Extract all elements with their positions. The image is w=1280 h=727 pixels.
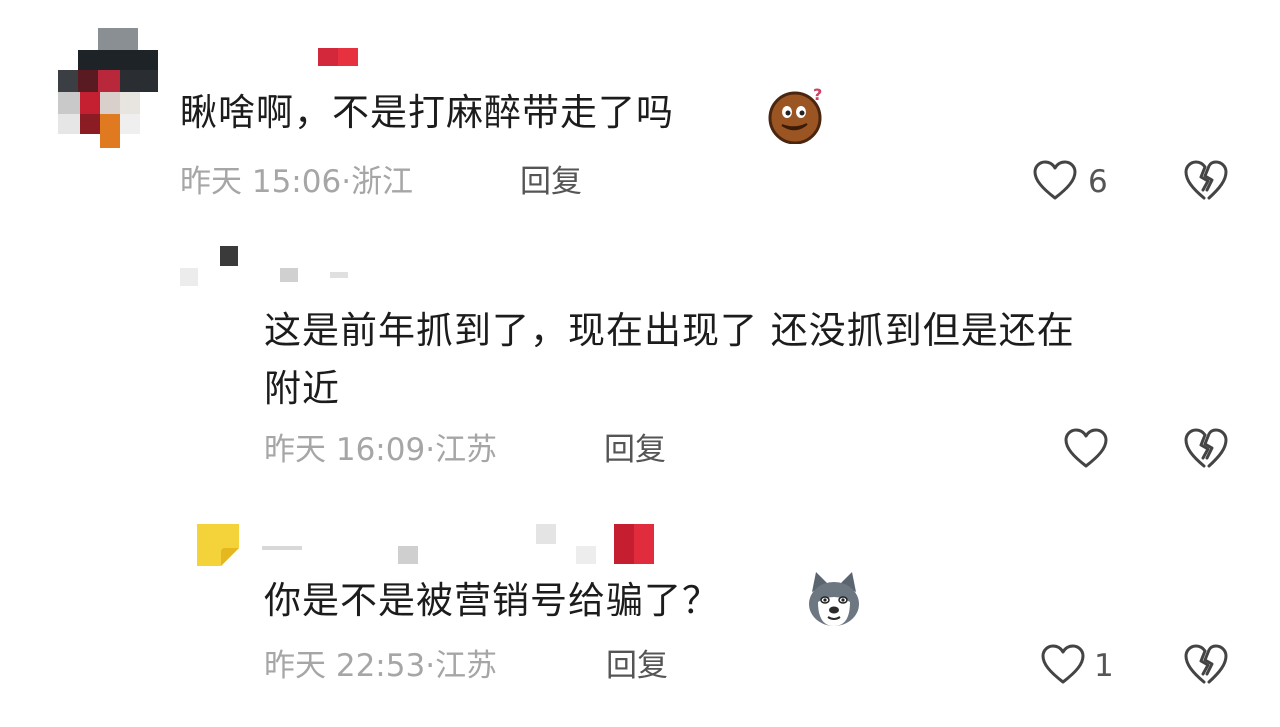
- heart-outline-icon[interactable]: [1063, 428, 1109, 470]
- comment-text-line-2: 附近: [264, 367, 340, 410]
- comment-meta: 昨天 16:09·江苏: [264, 430, 497, 470]
- like-count: 6: [1088, 164, 1108, 200]
- reply-button[interactable]: 回复: [606, 646, 668, 686]
- husky-dog-emoji: [809, 572, 859, 626]
- separator: ·: [341, 164, 352, 200]
- separator: ·: [425, 648, 436, 684]
- username[interactable]: [180, 246, 360, 286]
- heart-outline-icon[interactable]: [1040, 644, 1086, 686]
- svg-text:?: ?: [813, 86, 822, 104]
- avatar[interactable]: [58, 28, 158, 148]
- comment-time: 昨天 22:53: [264, 648, 426, 684]
- reply-button[interactable]: 回复: [604, 430, 666, 470]
- like-count: 1: [1094, 648, 1114, 684]
- comment-location: 江苏: [435, 648, 498, 684]
- comment-location: 浙江: [351, 164, 414, 200]
- comment-meta: 昨天 15:06·浙江: [180, 162, 413, 202]
- comment-text-line-1: 这是前年抓到了，现在出现了 还没抓到但是还在: [264, 309, 1075, 352]
- broken-heart-icon[interactable]: [1183, 644, 1229, 686]
- reply-button[interactable]: 回复: [520, 162, 582, 202]
- comment-location: 江苏: [435, 432, 498, 468]
- heart-outline-icon[interactable]: [1032, 160, 1078, 202]
- comment-text: 瞅啥啊，不是打麻醉带走了吗: [180, 91, 674, 134]
- avatar[interactable]: [197, 524, 239, 566]
- separator: ·: [425, 432, 436, 468]
- username[interactable]: [262, 524, 662, 564]
- comment-time: 昨天 15:06: [180, 164, 342, 200]
- broken-heart-icon[interactable]: [1183, 428, 1229, 470]
- broken-heart-icon[interactable]: [1183, 160, 1229, 202]
- comment-meta: 昨天 22:53·江苏: [264, 646, 497, 686]
- confused-face-emoji: ?: [768, 86, 822, 144]
- comment-text: 你是不是被营销号给骗了？: [264, 579, 720, 622]
- comment-time: 昨天 16:09: [264, 432, 426, 468]
- username[interactable]: [318, 48, 358, 66]
